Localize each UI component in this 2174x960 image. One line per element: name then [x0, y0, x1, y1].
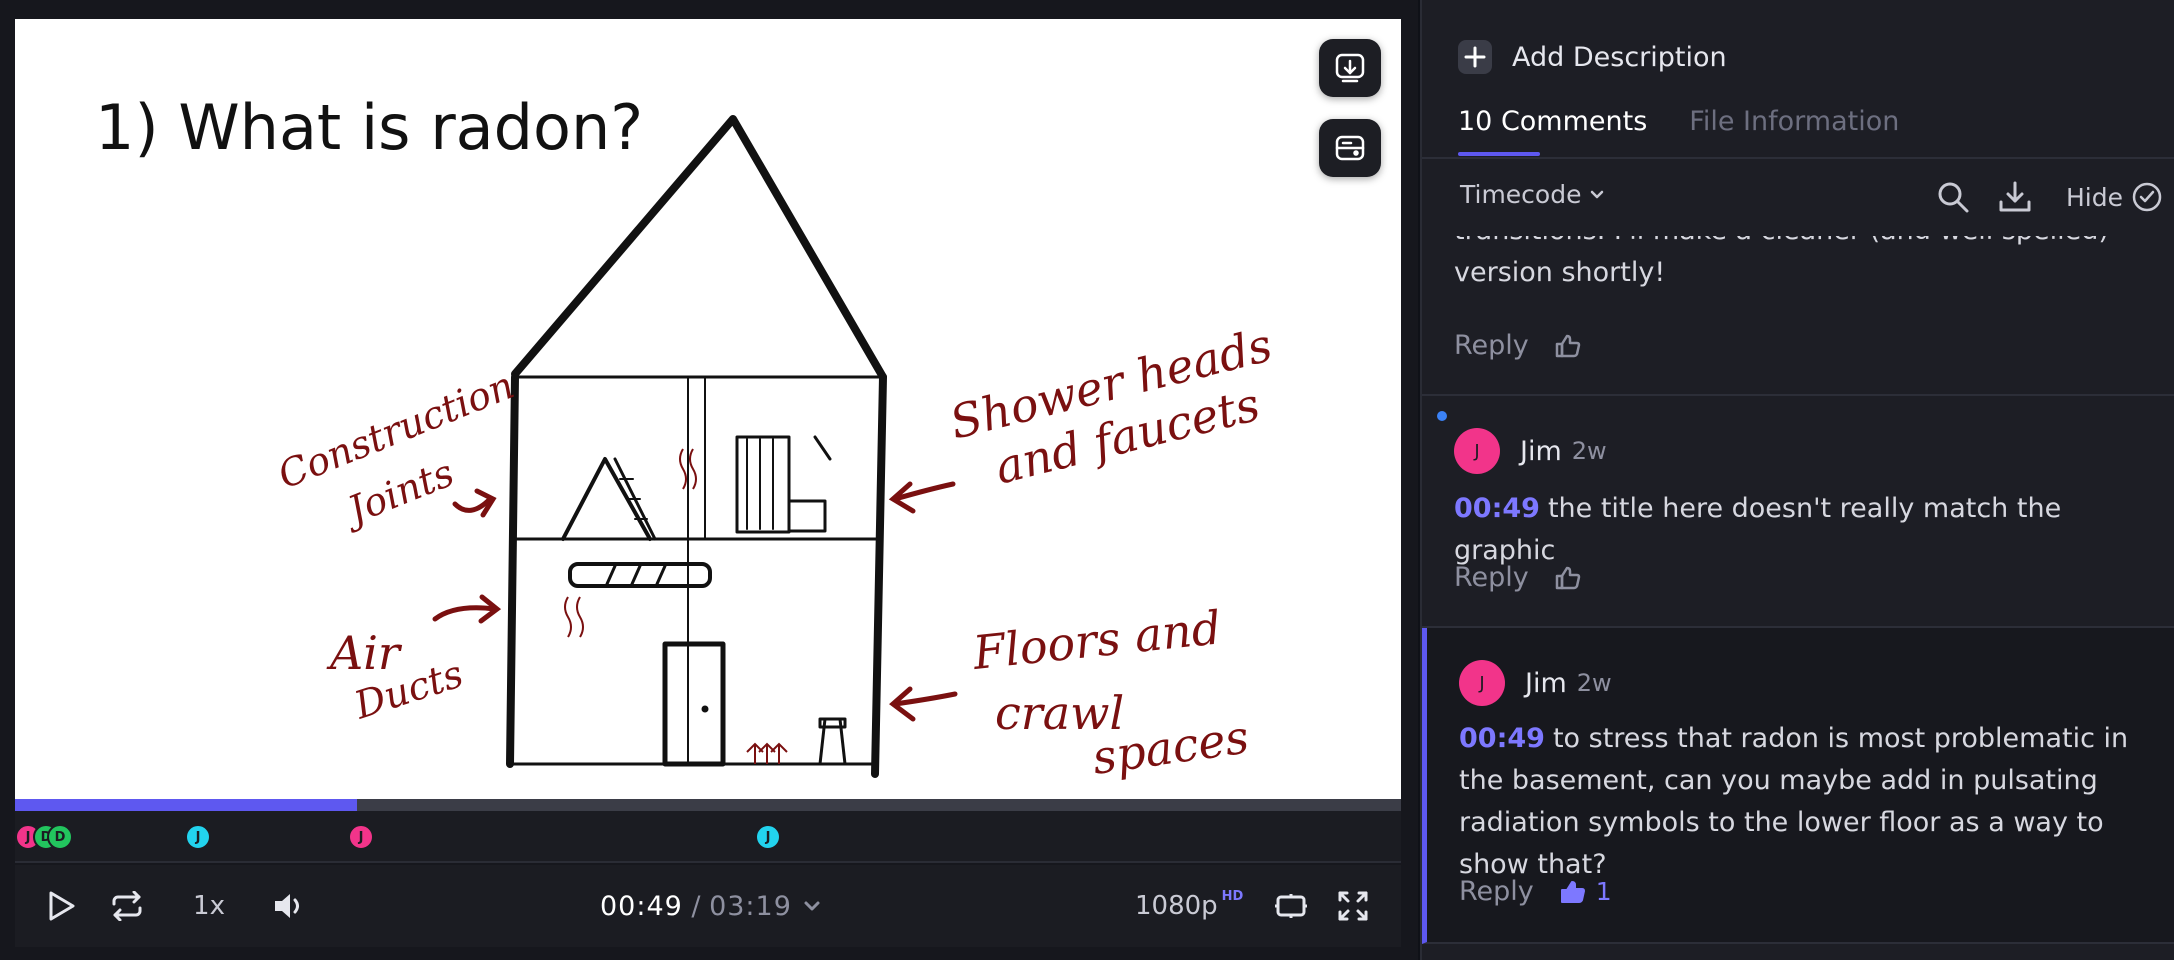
sidebar-tabs: 10 Comments File Information	[1458, 106, 1941, 156]
comment-text: transitions. I'll make a cleaner (and we…	[1454, 236, 2109, 288]
like-button[interactable]	[1555, 333, 1581, 359]
comment-marker[interactable]: D	[47, 824, 73, 850]
comment-author: Jim	[1520, 435, 1562, 467]
add-description-button[interactable]: Add Description	[1458, 40, 1727, 74]
volume-button[interactable]	[269, 887, 309, 925]
time-separator: /	[682, 890, 710, 922]
progress-fill	[15, 799, 358, 811]
aspect-ratio-icon	[1275, 894, 1307, 918]
check-circle-icon	[2132, 182, 2162, 212]
fullscreen-button[interactable]	[1333, 887, 1373, 925]
download-icon	[1999, 181, 2031, 212]
play-button[interactable]	[41, 887, 81, 925]
volume-icon	[275, 894, 299, 918]
download-comments-button[interactable]	[1996, 178, 2034, 216]
plus-icon	[1458, 40, 1492, 74]
hd-badge: HD	[1221, 888, 1244, 904]
aspect-button[interactable]	[1271, 887, 1311, 925]
comment-markers-track: JDDJJJ	[15, 811, 1401, 863]
chevron-down-icon	[804, 901, 820, 911]
comment-timecode[interactable]: 00:49	[1454, 493, 1540, 524]
comment-text: to stress that radon is most problematic…	[1459, 723, 2129, 880]
fullscreen-icon	[1338, 891, 1368, 921]
tab-comments[interactable]: 10 Comments	[1458, 106, 1647, 156]
comment-actions: Reply	[1454, 330, 1581, 361]
comment-marker[interactable]: J	[185, 824, 211, 850]
chevron-down-icon	[1591, 190, 1604, 198]
comment-marker[interactable]: J	[348, 824, 374, 850]
comments-sidebar: Add Description 10 Comments File Informa…	[1420, 0, 2174, 960]
app-root: 1) What is radon? Construction Joints Ai…	[0, 0, 2174, 960]
comment-age: 2w	[1576, 669, 1612, 697]
drive-icon	[1335, 135, 1365, 161]
comment-body: 00:49 the title here doesn't really match…	[1454, 488, 2144, 572]
like-button[interactable]: 1	[1560, 877, 1612, 906]
comment-author: Jim	[1525, 667, 1567, 699]
player-controls: 1x 00:49 / 03:19 1080p HD	[15, 865, 1401, 947]
play-icon	[49, 891, 75, 921]
comment-header: J Jim 2w	[1459, 660, 1612, 706]
playback-speed-label: 1x	[193, 891, 225, 921]
comment-body: 00:49 to stress that radon is most proble…	[1459, 718, 2149, 886]
sort-label: Timecode	[1460, 180, 1582, 209]
tabs-divider	[1422, 157, 2174, 159]
current-time: 00:49	[600, 890, 683, 922]
comment-item-selected[interactable]: J Jim 2w 00:49 to stress that radon is mo…	[1422, 628, 2174, 944]
quality-selector[interactable]: 1080p HD	[1135, 887, 1243, 925]
like-button[interactable]	[1555, 565, 1581, 591]
label-floors-line1: Floors and	[970, 600, 1224, 680]
unread-indicator	[1437, 411, 1447, 421]
timecode-display[interactable]: 00:49 / 03:19	[600, 887, 822, 925]
loop-button[interactable]	[107, 887, 147, 925]
hide-label: Hide	[2066, 182, 2123, 212]
like-count: 1	[1595, 877, 1612, 906]
thumbs-up-filled-icon	[1560, 880, 1585, 903]
comment-actions: Reply	[1454, 562, 1581, 593]
comment-item[interactable]: J Jim 2w 00:49 the title here doesn't rea…	[1422, 396, 2174, 628]
comment-age: 2w	[1571, 437, 1607, 465]
comment-marker[interactable]: J	[755, 824, 781, 850]
thumbs-up-icon	[1555, 334, 1581, 357]
comment-header: J Jim 2w	[1454, 428, 1607, 474]
reply-button[interactable]: Reply	[1454, 330, 1529, 361]
comment-actions: Reply 1	[1459, 876, 1612, 907]
playback-speed-button[interactable]: 1x	[187, 887, 231, 925]
comments-toolbar: Timecode Hide	[1422, 160, 2174, 236]
comment-timecode[interactable]: 00:49	[1459, 723, 1545, 754]
search-icon	[1938, 182, 1969, 213]
video-player: 1) What is radon? Construction Joints Ai…	[0, 0, 1418, 960]
loop-icon	[112, 891, 142, 921]
drawing-title: 1) What is radon?	[95, 91, 643, 164]
download-tray-icon	[1335, 53, 1365, 83]
reply-button[interactable]: Reply	[1459, 876, 1534, 907]
thumbs-up-icon	[1555, 566, 1581, 589]
sort-dropdown[interactable]: Timecode	[1460, 180, 1605, 209]
radon-symbols	[564, 448, 788, 764]
comments-list: transitions. I'll make a cleaner (and we…	[1422, 236, 2174, 960]
tab-file-information[interactable]: File Information	[1689, 106, 1899, 156]
reply-button[interactable]: Reply	[1454, 562, 1529, 593]
quality-label: 1080p	[1135, 891, 1218, 921]
avatar: J	[1459, 660, 1505, 706]
download-frame-button[interactable]	[1319, 39, 1381, 97]
avatar: J	[1454, 428, 1500, 474]
total-duration: 03:19	[709, 890, 792, 922]
add-description-label: Add Description	[1512, 41, 1727, 73]
comment-text: the title here doesn't really match the …	[1454, 493, 2062, 566]
storage-button[interactable]	[1319, 119, 1381, 177]
house-drawing	[506, 115, 887, 778]
comment-item: transitions. I'll make a cleaner (and we…	[1422, 236, 2174, 396]
video-frame[interactable]: 1) What is radon? Construction Joints Ai…	[15, 19, 1401, 799]
search-comments-button[interactable]	[1934, 178, 1972, 216]
progress-bar[interactable]	[15, 799, 1401, 811]
whiteboard-drawing: 1) What is radon? Construction Joints Ai…	[95, 91, 1277, 785]
hide-comments-button[interactable]: Hide	[2066, 178, 2163, 216]
